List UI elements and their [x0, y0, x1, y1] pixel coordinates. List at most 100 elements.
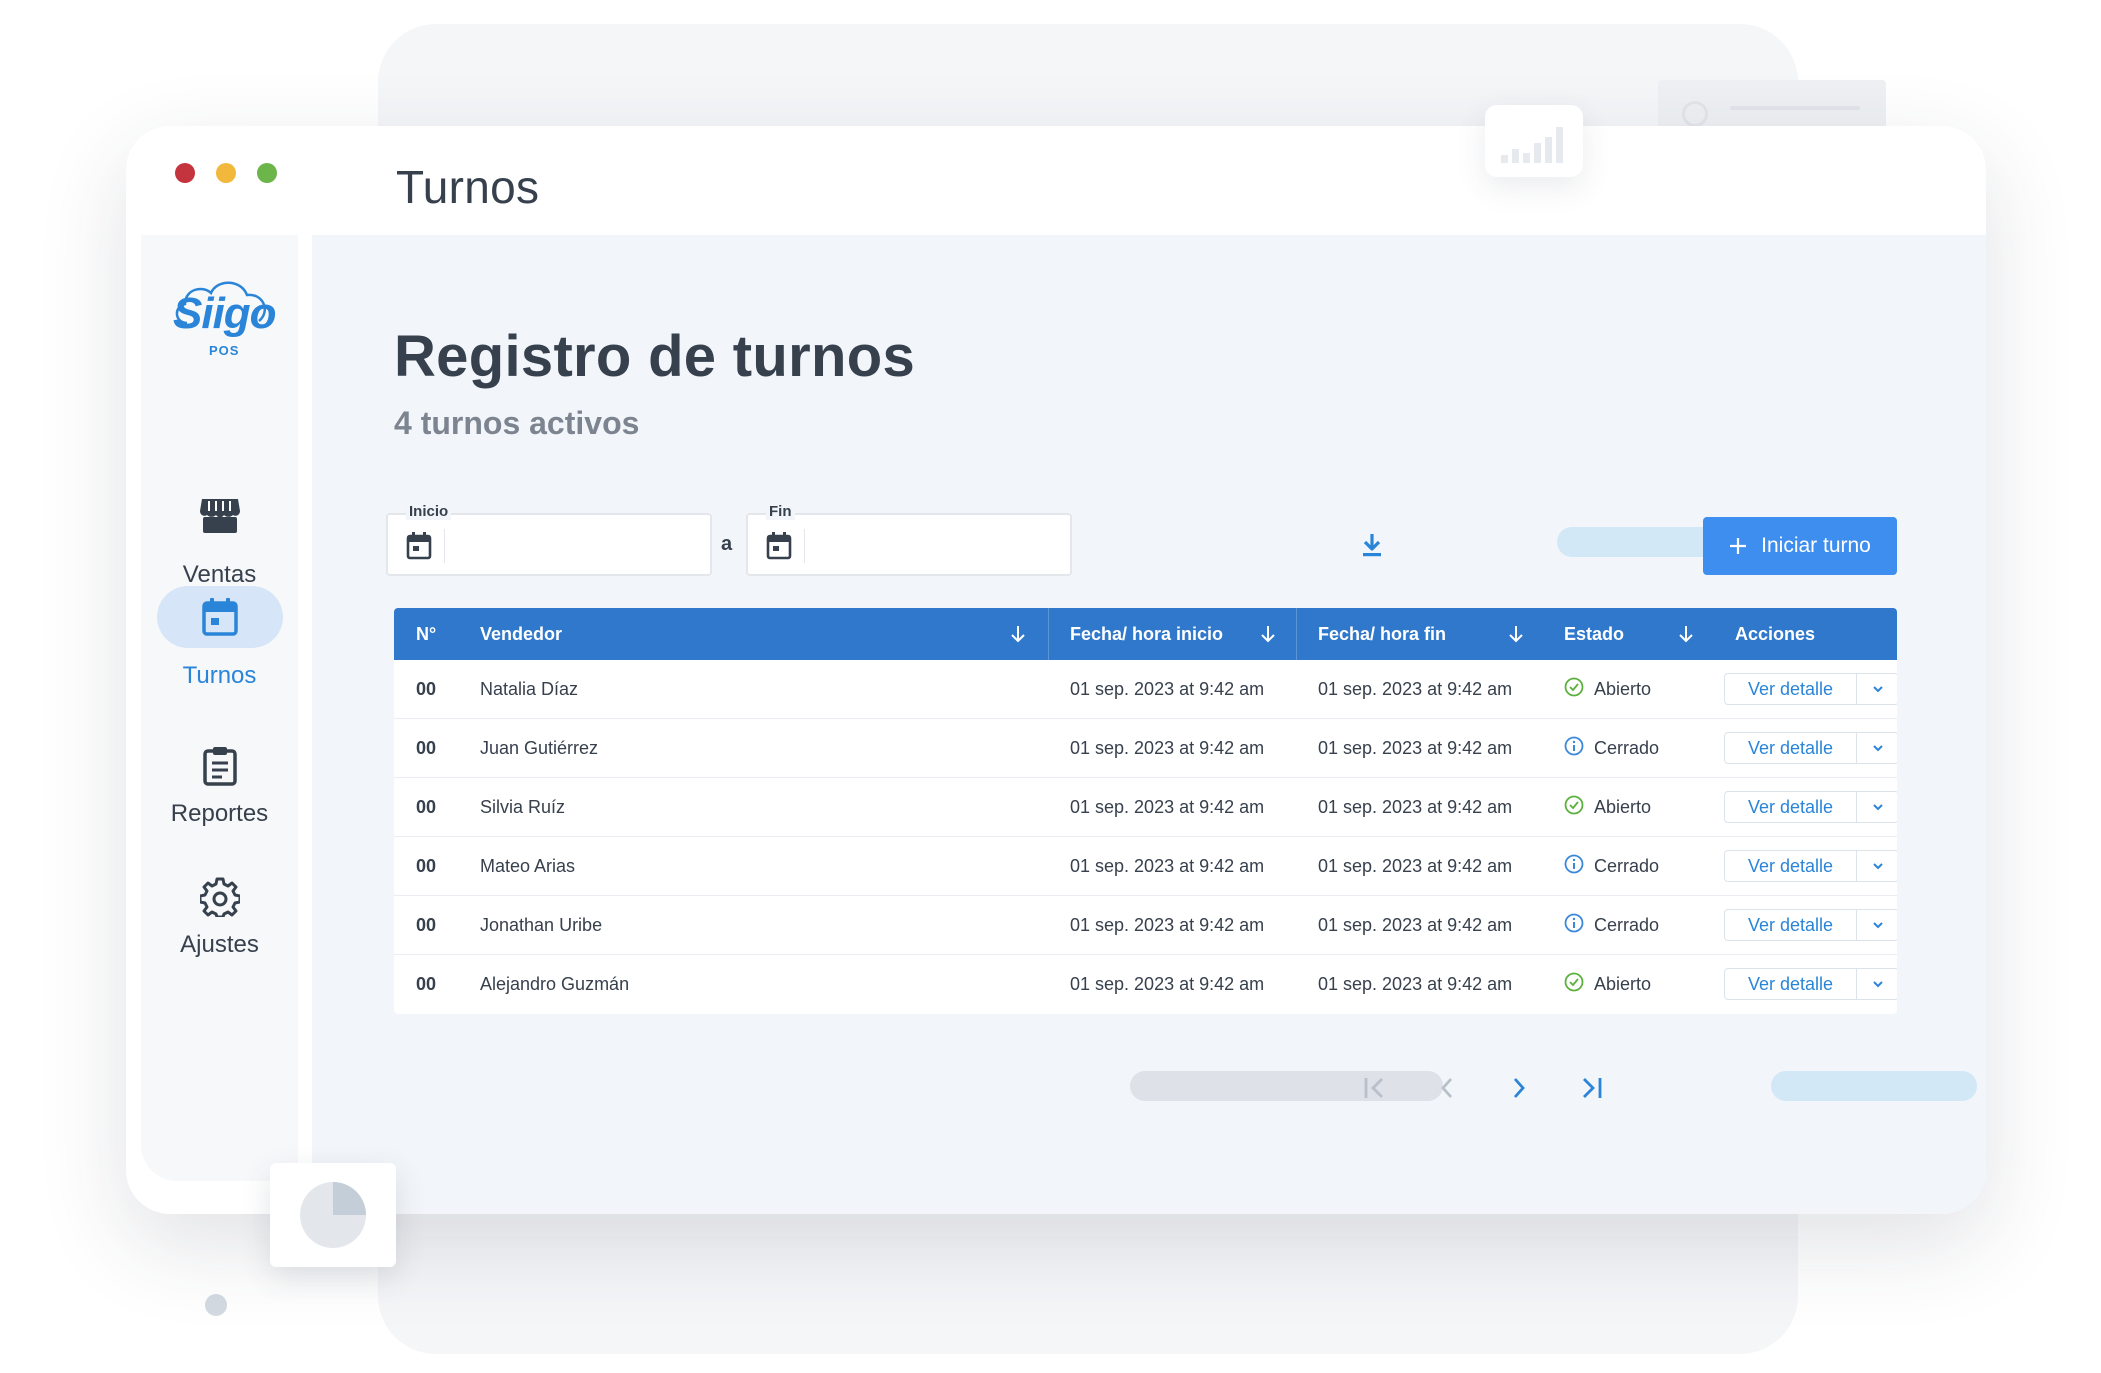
start-date-input[interactable]: [450, 521, 700, 569]
last-page-icon: [1583, 1078, 1602, 1098]
end-date-input[interactable]: [810, 521, 1060, 569]
logo-subtext: POS: [209, 343, 240, 358]
table-header: N° Vendedor Fecha/ hora inicio Fecha/ ho…: [394, 608, 1897, 660]
row-actions: Ver detalle: [1724, 968, 1897, 1000]
check-circle-icon: [1564, 972, 1584, 997]
floating-chart-card: [1485, 105, 1583, 177]
window-title: Turnos: [396, 161, 540, 213]
row-actions-dropdown[interactable]: [1857, 851, 1897, 881]
row-actions-dropdown[interactable]: [1857, 792, 1897, 822]
window-maximize-button[interactable]: [257, 163, 277, 183]
sidebar-item-ventas[interactable]: Ventas: [141, 485, 298, 589]
view-detail-button[interactable]: Ver detalle: [1725, 851, 1857, 881]
table-row: 00 Juan Gutiérrez 01 sep. 2023 at 9:42 a…: [394, 719, 1897, 778]
next-page-button[interactable]: [1504, 1073, 1534, 1103]
pagination-placeholder: [1130, 1071, 1443, 1101]
row-end-date: 01 sep. 2023 at 9:42 am: [1318, 915, 1513, 935]
table-row: 00 Silvia Ruíz 01 sep. 2023 at 9:42 am 0…: [394, 778, 1897, 837]
page-title: Registro de turnos: [394, 324, 915, 389]
window-minimize-button[interactable]: [216, 163, 236, 183]
row-state: Cerrado: [1564, 913, 1659, 938]
sort-arrow-icon[interactable]: [1508, 625, 1524, 643]
info-circle-icon: [1564, 854, 1584, 874]
view-detail-button[interactable]: Ver detalle: [1725, 969, 1857, 999]
field-divider: [444, 529, 445, 563]
row-end-date: 01 sep. 2023 at 9:42 am: [1318, 679, 1513, 699]
column-end: Fecha/ hora fin: [1318, 624, 1447, 644]
row-actions-dropdown[interactable]: [1857, 733, 1897, 763]
row-actions-dropdown[interactable]: [1857, 969, 1897, 999]
end-date-field[interactable]: Fin: [746, 503, 1072, 576]
window-close-button[interactable]: [175, 163, 195, 183]
view-detail-button[interactable]: Ver detalle: [1725, 910, 1857, 940]
row-end-date: 01 sep. 2023 at 9:42 am: [1318, 974, 1513, 994]
download-icon[interactable]: [1361, 532, 1383, 558]
row-start-date: 01 sep. 2023 at 9:42 am: [1070, 856, 1265, 876]
row-state-label: Cerrado: [1594, 915, 1660, 935]
check-circle-icon: [1564, 795, 1584, 815]
row-state: Abierto: [1564, 795, 1651, 820]
view-detail-button[interactable]: Ver detalle: [1725, 674, 1857, 704]
row-start-date: 01 sep. 2023 at 9:42 am: [1070, 679, 1265, 699]
sidebar-item-label: Reportes: [170, 800, 269, 827]
row-start-date: 01 sep. 2023 at 9:42 am: [1070, 738, 1265, 758]
row-seller: Natalia Díaz: [480, 679, 579, 699]
calendar-icon[interactable]: [406, 532, 432, 560]
background-dot: [205, 1294, 227, 1316]
sort-arrow-icon[interactable]: [1260, 625, 1276, 643]
column-divider: [1048, 608, 1049, 660]
start-date-field[interactable]: Inicio: [386, 503, 712, 576]
table-body: 00 Natalia Díaz 01 sep. 2023 at 9:42 am …: [394, 660, 1897, 1014]
row-number: 00: [416, 974, 437, 994]
row-actions: Ver detalle: [1724, 673, 1897, 705]
row-number: 00: [416, 797, 437, 817]
chevron-down-icon: [1872, 686, 1883, 693]
table-row: 00 Natalia Díaz 01 sep. 2023 at 9:42 am …: [394, 660, 1897, 719]
chevron-right-icon: [1513, 1078, 1525, 1098]
shifts-table: N° Vendedor Fecha/ hora inicio Fecha/ ho…: [394, 608, 1897, 1014]
row-end-date: 01 sep. 2023 at 9:42 am: [1318, 856, 1513, 876]
column-seller: Vendedor: [480, 624, 563, 644]
chevron-down-icon: [1872, 922, 1883, 929]
row-actions: Ver detalle: [1724, 850, 1897, 882]
row-seller: Jonathan Uribe: [480, 915, 603, 935]
sidebar-item-turnos[interactable]: Turnos: [141, 586, 298, 690]
row-state: Cerrado: [1564, 736, 1659, 761]
sidebar-item-label: Turnos: [182, 662, 257, 689]
sort-arrow-icon[interactable]: [1678, 625, 1694, 643]
row-actions: Ver detalle: [1724, 732, 1897, 764]
floating-pie-card: [270, 1163, 396, 1267]
row-state-label: Cerrado: [1594, 856, 1660, 876]
last-page-button[interactable]: [1576, 1073, 1606, 1103]
row-start-date: 01 sep. 2023 at 9:42 am: [1070, 915, 1265, 935]
row-seller: Alejandro Guzmán: [480, 974, 630, 994]
row-actions-dropdown[interactable]: [1857, 674, 1897, 704]
view-detail-button[interactable]: Ver detalle: [1725, 792, 1857, 822]
row-end-date: 01 sep. 2023 at 9:42 am: [1318, 738, 1513, 758]
app-window: Turnos Siigo POS Ventas Turnos Reportes …: [126, 126, 1986, 1214]
clipboard-icon: [202, 747, 237, 786]
row-state-label: Cerrado: [1594, 738, 1660, 758]
row-state-label: Abierto: [1594, 797, 1652, 817]
sidebar-item-reportes[interactable]: Reportes: [141, 746, 298, 828]
first-page-button[interactable]: [1360, 1073, 1390, 1103]
chevron-down-icon: [1872, 981, 1883, 988]
row-number: 00: [416, 679, 437, 699]
start-shift-button[interactable]: Iniciar turno: [1703, 517, 1897, 575]
sidebar-item-label: Ajustes: [180, 931, 259, 958]
chevron-down-icon: [1872, 745, 1883, 752]
row-actions: Ver detalle: [1724, 791, 1897, 823]
row-seller: Mateo Arias: [480, 856, 576, 876]
view-detail-button[interactable]: Ver detalle: [1725, 733, 1857, 763]
row-actions-dropdown[interactable]: [1857, 910, 1897, 940]
row-start-date: 01 sep. 2023 at 9:42 am: [1070, 974, 1265, 994]
chevron-left-icon: [1441, 1078, 1453, 1098]
column-state: Estado: [1564, 624, 1625, 644]
calendar-icon[interactable]: [766, 532, 792, 560]
sort-arrow-icon[interactable]: [1010, 625, 1026, 643]
plus-icon: [1730, 538, 1747, 554]
sidebar-item-ajustes[interactable]: Ajustes: [141, 877, 298, 959]
previous-page-button[interactable]: [1432, 1073, 1462, 1103]
row-number: 00: [416, 915, 437, 935]
end-date-label: Fin: [766, 503, 795, 520]
